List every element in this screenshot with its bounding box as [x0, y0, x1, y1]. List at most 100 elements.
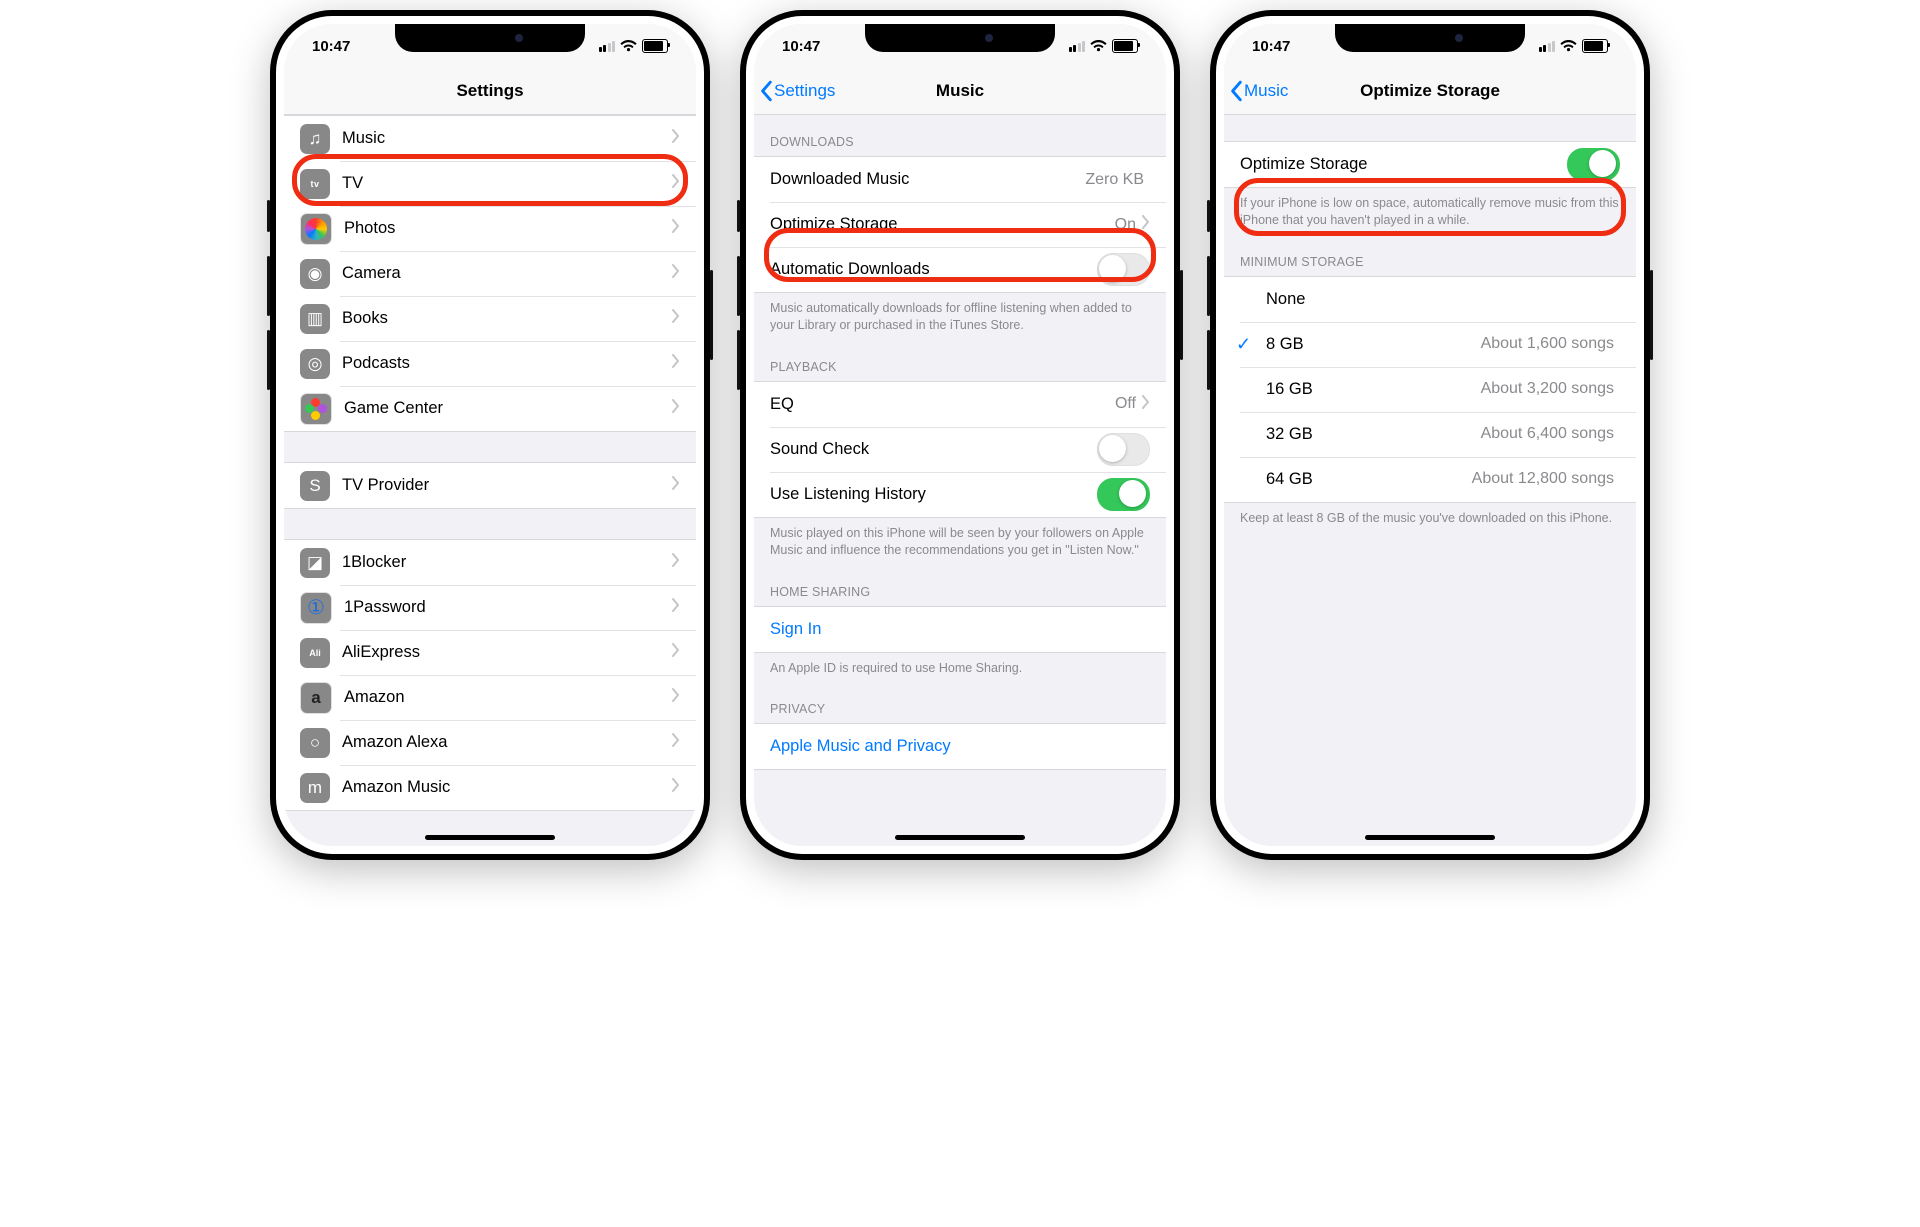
- row-label: Amazon: [344, 688, 672, 707]
- phone-settings: 10:47 Settings ♫MusictvTVPhotos◉Camera▥B…: [270, 10, 710, 860]
- chevron-left-icon: [760, 80, 774, 102]
- settings-row-1blocker[interactable]: ◪1Blocker: [284, 540, 696, 585]
- back-button[interactable]: Music: [1224, 80, 1288, 102]
- downloads-footer: Music automatically downloads for offlin…: [754, 293, 1166, 340]
- row-label: Photos: [344, 219, 672, 238]
- settings-row-tv-provider[interactable]: STV Provider: [284, 463, 696, 508]
- photos-icon: [300, 213, 332, 245]
- optimize-storage-label: Optimize Storage: [1240, 155, 1567, 174]
- storage-option-64-gb[interactable]: ✓64 GBAbout 12,800 songs: [1224, 457, 1636, 502]
- home-indicator[interactable]: [425, 835, 555, 840]
- home-indicator[interactable]: [1365, 835, 1495, 840]
- chevron-right-icon: [672, 598, 680, 617]
- optimize-settings[interactable]: Optimize Storage If your iPhone is low o…: [1224, 115, 1636, 846]
- row-label: Music: [342, 129, 672, 148]
- playback-header: PLAYBACK: [754, 340, 1166, 381]
- chevron-right-icon: [1142, 215, 1150, 234]
- amazon-music-icon: m: [300, 773, 330, 803]
- option-detail: About 3,200 songs: [1481, 380, 1614, 398]
- settings-row-aliexpress[interactable]: AliAliExpress: [284, 630, 696, 675]
- option-detail: About 12,800 songs: [1472, 470, 1614, 488]
- row-label: TV Provider: [342, 476, 672, 495]
- chevron-left-icon: [1230, 80, 1244, 102]
- downloads-header: DOWNLOADS: [754, 115, 1166, 156]
- wifi-icon: [1090, 40, 1107, 52]
- settings-row-music[interactable]: ♫ Music: [284, 116, 696, 161]
- settings-row-tv[interactable]: tvTV: [284, 161, 696, 206]
- use-listening-history-toggle[interactable]: [1097, 478, 1150, 511]
- settings-row-1password[interactable]: ①1Password: [284, 585, 696, 630]
- privacy-label: Apple Music and Privacy: [770, 737, 1150, 756]
- navbar: Settings: [284, 68, 696, 115]
- privacy-header: PRIVACY: [754, 682, 1166, 723]
- chevron-right-icon: [672, 174, 680, 193]
- row-downloaded-music[interactable]: Downloaded MusicZero KB: [754, 157, 1166, 202]
- status-time: 10:47: [1252, 38, 1290, 55]
- settings-row-amazon[interactable]: a Amazon: [284, 675, 696, 720]
- optimize-footer: If your iPhone is low on space, automati…: [1224, 188, 1636, 235]
- option-detail: About 1,600 songs: [1481, 335, 1614, 353]
- settings-row-amazon-music[interactable]: m Amazon Music: [284, 765, 696, 810]
- back-label: Settings: [774, 81, 835, 101]
- navbar: Settings Music: [754, 68, 1166, 115]
- sound-check-toggle[interactable]: [1097, 433, 1150, 466]
- back-label: Music: [1244, 81, 1288, 101]
- apple-apps-group: ♫ Music tvTV Photos ◉Camera▥Books◎PodcastsGa…: [284, 115, 696, 432]
- row-label: 1Blocker: [342, 553, 672, 572]
- music-icon: ♫: [300, 124, 330, 154]
- battery-icon: [1582, 39, 1608, 53]
- wifi-icon: [620, 40, 637, 52]
- chevron-right-icon: [672, 354, 680, 373]
- privacy-group: Apple Music and Privacy: [754, 723, 1166, 770]
- settings-row-photos[interactable]: Photos: [284, 206, 696, 251]
- chevron-right-icon: [672, 778, 680, 797]
- chevron-right-icon: [1142, 395, 1150, 414]
- row-automatic-downloads[interactable]: Automatic Downloads: [754, 247, 1166, 292]
- storage-option-16-gb[interactable]: ✓16 GBAbout 3,200 songs: [1224, 367, 1636, 412]
- privacy-row[interactable]: Apple Music and Privacy: [754, 724, 1166, 769]
- storage-option-none[interactable]: ✓None: [1224, 277, 1636, 322]
- settings-list[interactable]: ♫ Music tvTV Photos ◉Camera▥Books◎PodcastsGa…: [284, 115, 696, 846]
- settings-row-camera[interactable]: ◉Camera: [284, 251, 696, 296]
- home-indicator[interactable]: [895, 835, 1025, 840]
- row-label: Automatic Downloads: [770, 260, 1097, 279]
- storage-option-8-gb[interactable]: ✓8 GBAbout 1,600 songs: [1224, 322, 1636, 367]
- row-eq[interactable]: EQOff: [754, 382, 1166, 427]
- settings-row-podcasts[interactable]: ◎Podcasts: [284, 341, 696, 386]
- chevron-right-icon: [672, 219, 680, 238]
- settings-row-books[interactable]: ▥Books: [284, 296, 696, 341]
- automatic-downloads-toggle[interactable]: [1097, 253, 1150, 286]
- music-settings[interactable]: DOWNLOADS Downloaded MusicZero KBOptimiz…: [754, 115, 1166, 846]
- playback-footer: Music played on this iPhone will be seen…: [754, 518, 1166, 565]
- nav-title: Settings: [284, 81, 696, 101]
- row-optimize-storage[interactable]: Optimize StorageOn: [754, 202, 1166, 247]
- settings-row-amazon-alexa[interactable]: ○Amazon Alexa: [284, 720, 696, 765]
- row-label: Sound Check: [770, 440, 1097, 459]
- phone-music: 10:47 Settings Music DOWNLOADS Downloade…: [740, 10, 1180, 860]
- sign-in-row[interactable]: Sign In: [754, 607, 1166, 652]
- row-label: Amazon Music: [342, 778, 672, 797]
- row-label: Downloaded Music: [770, 170, 1085, 189]
- amazon-icon: a: [300, 682, 332, 714]
- chevron-right-icon: [672, 733, 680, 752]
- row-use-listening-history[interactable]: Use Listening History: [754, 472, 1166, 517]
- optimize-storage-toggle[interactable]: [1567, 148, 1620, 181]
- row-sound-check[interactable]: Sound Check: [754, 427, 1166, 472]
- option-label: None: [1266, 290, 1620, 309]
- optimize-storage-row[interactable]: Optimize Storage: [1224, 142, 1636, 187]
- option-label: 64 GB: [1266, 470, 1472, 489]
- settings-row-game-center[interactable]: Game Center: [284, 386, 696, 431]
- 1password-icon: ①: [300, 592, 332, 624]
- aliexpress-icon: Ali: [300, 638, 330, 668]
- option-label: 8 GB: [1266, 335, 1481, 354]
- signal-icon: [1539, 41, 1556, 52]
- third-party-group: ◪1Blocker①1PasswordAliAliExpress a Amazon ○…: [284, 539, 696, 811]
- back-button[interactable]: Settings: [754, 80, 835, 102]
- phone-optimize: 10:47 Music Optimize Storage Optimize St…: [1210, 10, 1650, 860]
- storage-option-32-gb[interactable]: ✓32 GBAbout 6,400 songs: [1224, 412, 1636, 457]
- notch: [1335, 24, 1525, 52]
- row-detail: Zero KB: [1085, 171, 1144, 189]
- amazon-alexa-icon: ○: [300, 728, 330, 758]
- game-center-icon: [300, 393, 332, 425]
- podcasts-icon: ◎: [300, 349, 330, 379]
